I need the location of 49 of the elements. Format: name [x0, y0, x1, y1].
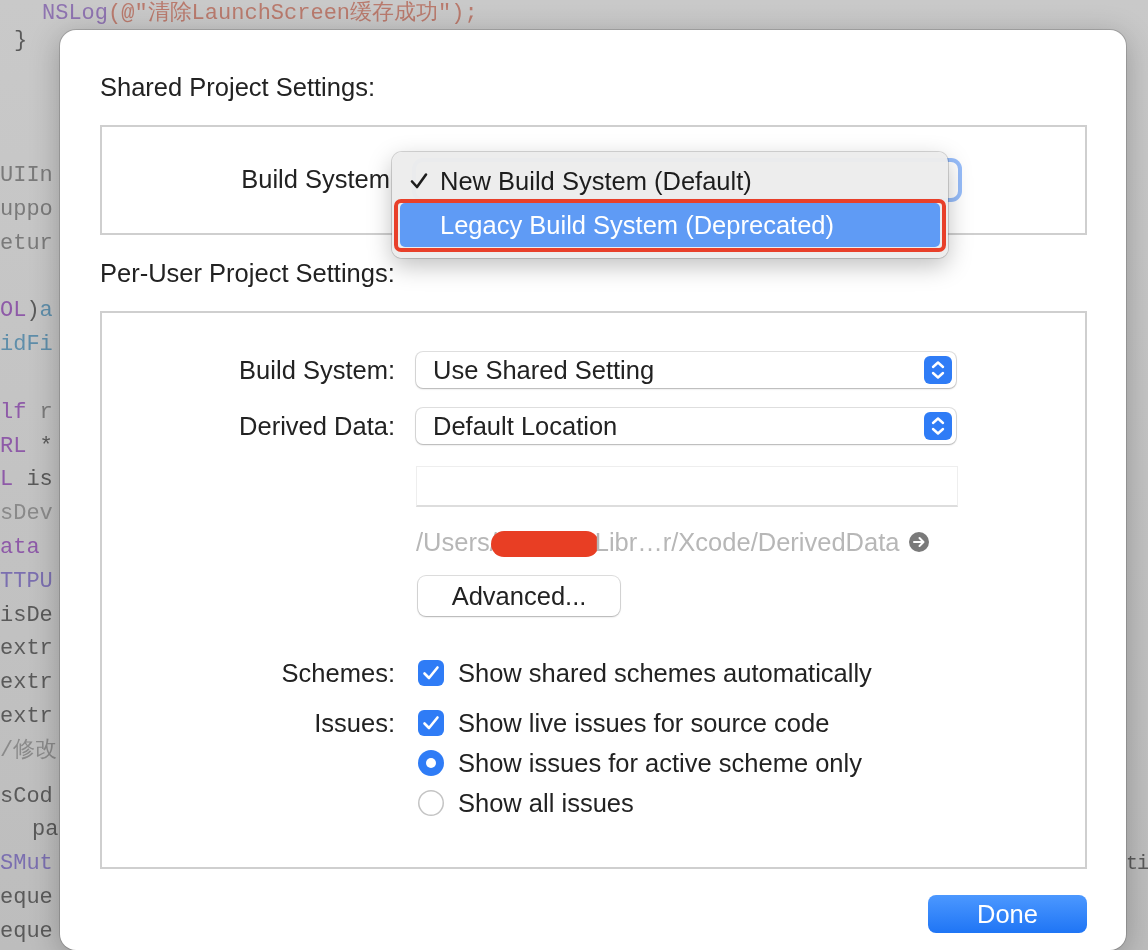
code-line: ata [0, 533, 40, 562]
code-line: etur [0, 229, 53, 258]
advanced-button[interactable]: Advanced... [418, 576, 620, 616]
code-line: RL * [0, 432, 53, 461]
checkmark-icon [410, 172, 428, 190]
field-label: Issues: [313, 710, 395, 736]
field-label: Schemes: [280, 660, 395, 686]
code-line: sDev [0, 500, 53, 529]
option-label: Show shared schemes automatically [458, 658, 872, 688]
menu-item[interactable]: New Build System (Default) [400, 159, 940, 203]
code-line: isDe [0, 601, 53, 630]
field-label: Derived Data: [238, 411, 395, 441]
done-button[interactable]: Done [928, 895, 1087, 933]
field-label: Build System [240, 164, 390, 194]
section-title: Shared Project Settings: [100, 75, 376, 99]
checkbox[interactable] [418, 710, 444, 736]
code-line: } [13, 27, 28, 55]
code-line: eque [0, 883, 53, 912]
code-line: lf r [0, 398, 53, 427]
radio-button[interactable] [418, 790, 444, 816]
popup-button[interactable]: Use Shared Setting [416, 352, 956, 388]
field-label: Build System: [238, 355, 395, 385]
code-line: pa [31, 816, 59, 845]
code-line: uppo [0, 196, 53, 224]
option-label: Show live issues for source code [458, 708, 830, 738]
code-line: extr [0, 635, 53, 664]
code-line: extr [0, 669, 53, 698]
code-line: SMut [0, 850, 53, 879]
code-line: ti [1126, 851, 1148, 878]
popup-value: Default Location [433, 411, 618, 441]
stepper-icon [924, 412, 952, 440]
section-title: Per-User Project Settings: [100, 261, 396, 285]
code-line: extr [0, 702, 53, 731]
input-field[interactable] [416, 466, 958, 507]
option-label: Show all issues [458, 788, 634, 818]
code-line: eque [0, 917, 53, 946]
code-line: sCod [0, 782, 53, 811]
option-label: Show issues for active scheme only [458, 748, 862, 778]
checkbox[interactable] [418, 660, 444, 686]
code-line: TTPU [0, 567, 53, 596]
code-line: L is [0, 466, 53, 495]
code-line: NSLog(@"清除LaunchScreen缓存成功"); [41, 0, 478, 24]
popup-value: Use Shared Setting [433, 355, 655, 385]
code-line: idFi [0, 331, 53, 360]
code-line: UIIn [0, 162, 53, 191]
popup-button[interactable]: Default Location [416, 408, 956, 444]
stepper-icon [924, 356, 952, 384]
radio-button[interactable] [418, 750, 444, 776]
code-line: OL)a [0, 297, 53, 326]
